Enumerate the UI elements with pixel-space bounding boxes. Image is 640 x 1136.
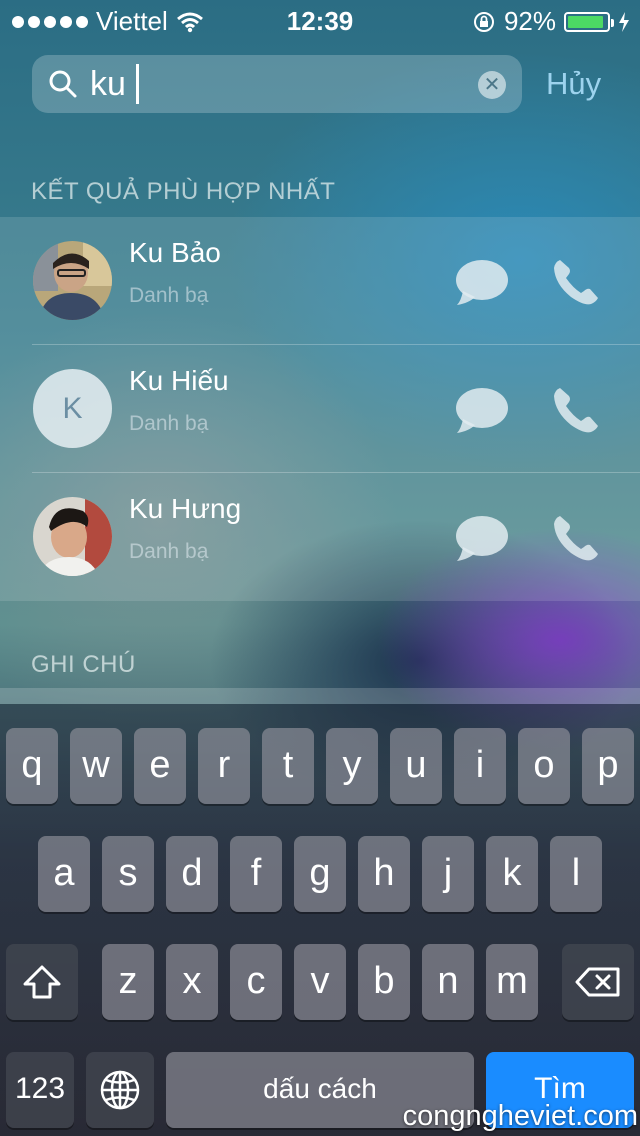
key-f[interactable]: f (230, 836, 282, 912)
contact-source: Danh bạ (129, 284, 209, 307)
key-r[interactable]: r (198, 728, 250, 804)
signal-strength-icon (12, 15, 88, 28)
message-icon[interactable] (455, 259, 509, 307)
key-d[interactable]: d (166, 836, 218, 912)
rotation-lock-icon (473, 11, 494, 32)
watermark: congngheviet.com (402, 1100, 638, 1132)
status-bar: Viettel 12:39 92% (0, 0, 640, 40)
key-o[interactable]: o (518, 728, 570, 804)
search-icon (49, 70, 77, 98)
key-s[interactable]: s (102, 836, 154, 912)
shift-icon (23, 965, 61, 999)
results-list: Ku Bảo Danh bạ K Ku Hiếu Danh bạ Ku Hưng… (0, 217, 640, 601)
numbers-key[interactable]: 123 (6, 1052, 74, 1128)
contact-name: Ku Bảo (129, 237, 221, 268)
phone-icon[interactable] (551, 513, 601, 563)
avatar (33, 497, 112, 576)
section-header-notes: GHI CHÚ (31, 651, 136, 678)
key-j[interactable]: j (422, 836, 474, 912)
key-g[interactable]: g (294, 836, 346, 912)
section-header-top-hits: KẾT QUẢ PHÙ HỢP NHẤT (31, 178, 336, 205)
key-c[interactable]: c (230, 944, 282, 1020)
key-k[interactable]: k (486, 836, 538, 912)
contact-name: Ku Hưng (129, 493, 242, 524)
key-b[interactable]: b (358, 944, 410, 1020)
key-y[interactable]: y (326, 728, 378, 804)
key-u[interactable]: u (390, 728, 442, 804)
carrier-name: Viettel (96, 6, 168, 36)
avatar (33, 241, 112, 320)
backspace-icon (575, 967, 620, 997)
close-icon: ✕ (483, 74, 501, 96)
key-x[interactable]: x (166, 944, 218, 1020)
search-query: ku (90, 65, 126, 103)
avatar: K (33, 369, 112, 448)
key-v[interactable]: v (294, 944, 346, 1020)
clear-search-button[interactable]: ✕ (478, 71, 506, 99)
key-a[interactable]: a (38, 836, 90, 912)
key-e[interactable]: e (134, 728, 186, 804)
key-i[interactable]: i (454, 728, 506, 804)
key-w[interactable]: w (70, 728, 122, 804)
delete-key[interactable] (562, 944, 634, 1020)
search-field[interactable]: ku ✕ (32, 55, 522, 113)
globe-key[interactable] (86, 1052, 154, 1128)
message-icon[interactable] (455, 515, 509, 563)
battery-icon (564, 11, 614, 32)
contact-row[interactable]: Ku Hưng Danh bạ (0, 473, 640, 601)
keyboard: q w e r t y u i o p a s d f g h j k l z … (0, 704, 640, 1136)
wifi-icon (176, 12, 203, 32)
key-t[interactable]: t (262, 728, 314, 804)
key-h[interactable]: h (358, 836, 410, 912)
cancel-button[interactable]: Hủy (546, 66, 601, 102)
key-q[interactable]: q (6, 728, 58, 804)
contact-source: Danh bạ (129, 540, 209, 563)
key-p[interactable]: p (582, 728, 634, 804)
contact-row[interactable]: K Ku Hiếu Danh bạ (0, 345, 640, 473)
charging-icon (619, 11, 629, 32)
phone-icon[interactable] (551, 385, 601, 435)
contact-source: Danh bạ (129, 412, 209, 435)
key-n[interactable]: n (422, 944, 474, 1020)
contact-row[interactable]: Ku Bảo Danh bạ (0, 217, 640, 345)
message-icon[interactable] (455, 387, 509, 435)
text-caret (135, 64, 139, 105)
search-input[interactable]: ku (90, 63, 139, 105)
status-right: 92% (472, 6, 630, 37)
phone-icon[interactable] (551, 257, 601, 307)
battery-percent: 92% (503, 6, 556, 36)
globe-icon (100, 1070, 140, 1110)
notes-result-edge (0, 688, 640, 704)
shift-key[interactable] (6, 944, 78, 1020)
key-z[interactable]: z (102, 944, 154, 1020)
contact-name: Ku Hiếu (129, 365, 229, 396)
status-left: Viettel (12, 6, 204, 37)
key-m[interactable]: m (486, 944, 538, 1020)
key-l[interactable]: l (550, 836, 602, 912)
